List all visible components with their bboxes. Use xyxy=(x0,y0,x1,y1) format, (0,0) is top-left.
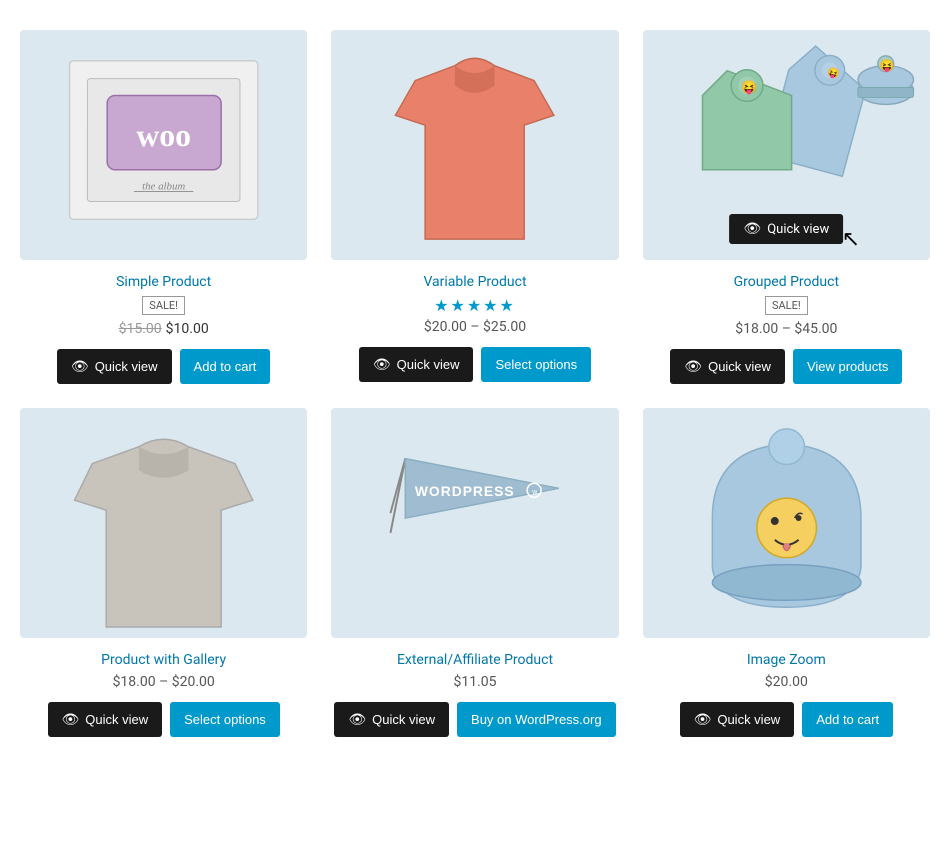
sale-badge: SALE! xyxy=(765,296,808,315)
eye-icon: 👁 xyxy=(62,711,80,728)
button-row: 👁 Quick view Select options xyxy=(20,702,307,737)
product-price: $20.00 – $25.00 xyxy=(424,319,526,335)
product-card-grouped-product: 😝 😝 😝 👁Quick view↖Grouped ProductSALE!$1… xyxy=(643,30,930,384)
eye-icon: 👁 xyxy=(694,711,712,728)
btn-label: Quick view xyxy=(397,357,460,372)
view-products-button[interactable]: View products xyxy=(793,349,902,384)
eye-icon: 👁 xyxy=(373,356,391,373)
product-card-product-gallery: Product with Gallery $18.00 – $20.00 👁 Quic… xyxy=(20,408,307,737)
buy-on-wordpress.org-button[interactable]: Buy on WordPress.org xyxy=(457,702,616,737)
product-grid: woo the album Simple ProductSALE!$15.00$… xyxy=(20,30,930,737)
product-name[interactable]: Grouped Product xyxy=(734,274,839,290)
product-card-simple-product: woo the album Simple Product SALE! $15.00$… xyxy=(20,30,307,384)
product-card-image-zoom: Image Zoom $20.00 👁 Quick view Add to cart xyxy=(643,408,930,737)
product-price: $18.00 – $45.00 xyxy=(735,321,837,337)
svg-text:the album: the album xyxy=(142,181,185,193)
price-range: $18.00 – $45.00 xyxy=(735,321,837,337)
quick-view-button[interactable]: 👁 Quick view xyxy=(48,702,163,737)
product-image-product-gallery xyxy=(20,408,307,638)
price-sale: $10.00 xyxy=(166,321,209,337)
btn-label: Select options xyxy=(495,357,577,372)
quick-view-button[interactable]: 👁 Quick view xyxy=(670,349,785,384)
btn-label: Quick view xyxy=(85,712,148,727)
product-image-simple-product: woo the album xyxy=(20,30,307,260)
btn-label: View products xyxy=(807,359,888,374)
btn-label: Quick view xyxy=(95,359,158,374)
button-row: 👁 Quick view Select options xyxy=(331,347,618,382)
product-image-variable-product xyxy=(331,30,618,260)
product-price: $15.00$10.00 xyxy=(119,321,209,337)
quick-view-button[interactable]: 👁 Quick view xyxy=(680,702,795,737)
sale-badge: SALE! xyxy=(142,296,185,315)
btn-label: Add to cart xyxy=(194,359,257,374)
product-name[interactable]: External/Affiliate Product xyxy=(397,652,553,668)
price-original: $15.00 xyxy=(119,321,162,337)
svg-text:W: W xyxy=(532,489,538,496)
svg-text:😝: 😝 xyxy=(879,59,894,73)
quick-view-overlay[interactable]: 👁 Quick view xyxy=(729,214,843,244)
select-options-button[interactable]: Select options xyxy=(481,347,591,382)
product-name[interactable]: Variable Product xyxy=(423,274,526,290)
button-row: 👁 Quick view Add to cart xyxy=(20,349,307,384)
quick-view-button[interactable]: 👁 Quick view xyxy=(334,702,449,737)
product-card-variable-product: Variable Product ★★★★★ $20.00 – $25.00 👁 Qui… xyxy=(331,30,618,384)
button-row: 👁 Quick view Buy on WordPress.org xyxy=(331,702,618,737)
product-price: $20.00 xyxy=(765,674,808,690)
btn-label: Buy on WordPress.org xyxy=(471,712,602,727)
quick-view-button[interactable]: 👁 Quick view xyxy=(359,347,474,382)
btn-label: Select options xyxy=(184,712,266,727)
product-image-image-zoom xyxy=(643,408,930,638)
price-range: $20.00 xyxy=(765,674,808,690)
product-name[interactable]: Image Zoom xyxy=(747,652,826,668)
eye-icon: 👁 xyxy=(743,221,761,237)
product-card-external-product: WORDPRESS W External/Affiliate Product $1… xyxy=(331,408,618,737)
product-stars: ★★★★★ xyxy=(434,296,516,315)
svg-text:😝: 😝 xyxy=(741,79,757,95)
btn-label: Quick view xyxy=(717,712,780,727)
product-image-external-product: WORDPRESS W xyxy=(331,408,618,638)
product-price: $18.00 – $20.00 xyxy=(113,674,215,690)
svg-text:woo: woo xyxy=(136,118,191,153)
add-to-cart-button[interactable]: Add to cart xyxy=(802,702,893,737)
product-price: $11.05 xyxy=(453,674,496,690)
btn-label: Quick view xyxy=(708,359,771,374)
overlay-label: Quick view xyxy=(767,222,829,237)
quick-view-button[interactable]: 👁 Quick view xyxy=(57,349,172,384)
product-name[interactable]: Product with Gallery xyxy=(101,652,226,668)
product-name[interactable]: Simple Product xyxy=(116,274,211,290)
product-image-grouped-product: 😝 😝 😝 👁Quick view↖ xyxy=(643,30,930,260)
button-row: 👁 Quick view Add to cart xyxy=(643,702,930,737)
price-range: $11.05 xyxy=(453,674,496,690)
btn-label: Add to cart xyxy=(816,712,879,727)
eye-icon: 👁 xyxy=(71,358,89,375)
button-row: 👁 Quick view View products xyxy=(643,349,930,384)
price-range: $20.00 – $25.00 xyxy=(424,319,526,335)
eye-icon: 👁 xyxy=(684,358,702,375)
select-options-button[interactable]: Select options xyxy=(170,702,280,737)
add-to-cart-button[interactable]: Add to cart xyxy=(180,349,271,384)
price-range: $18.00 – $20.00 xyxy=(113,674,215,690)
eye-icon: 👁 xyxy=(348,711,366,728)
btn-label: Quick view xyxy=(372,712,435,727)
svg-text:WORDPRESS: WORDPRESS xyxy=(415,483,515,499)
